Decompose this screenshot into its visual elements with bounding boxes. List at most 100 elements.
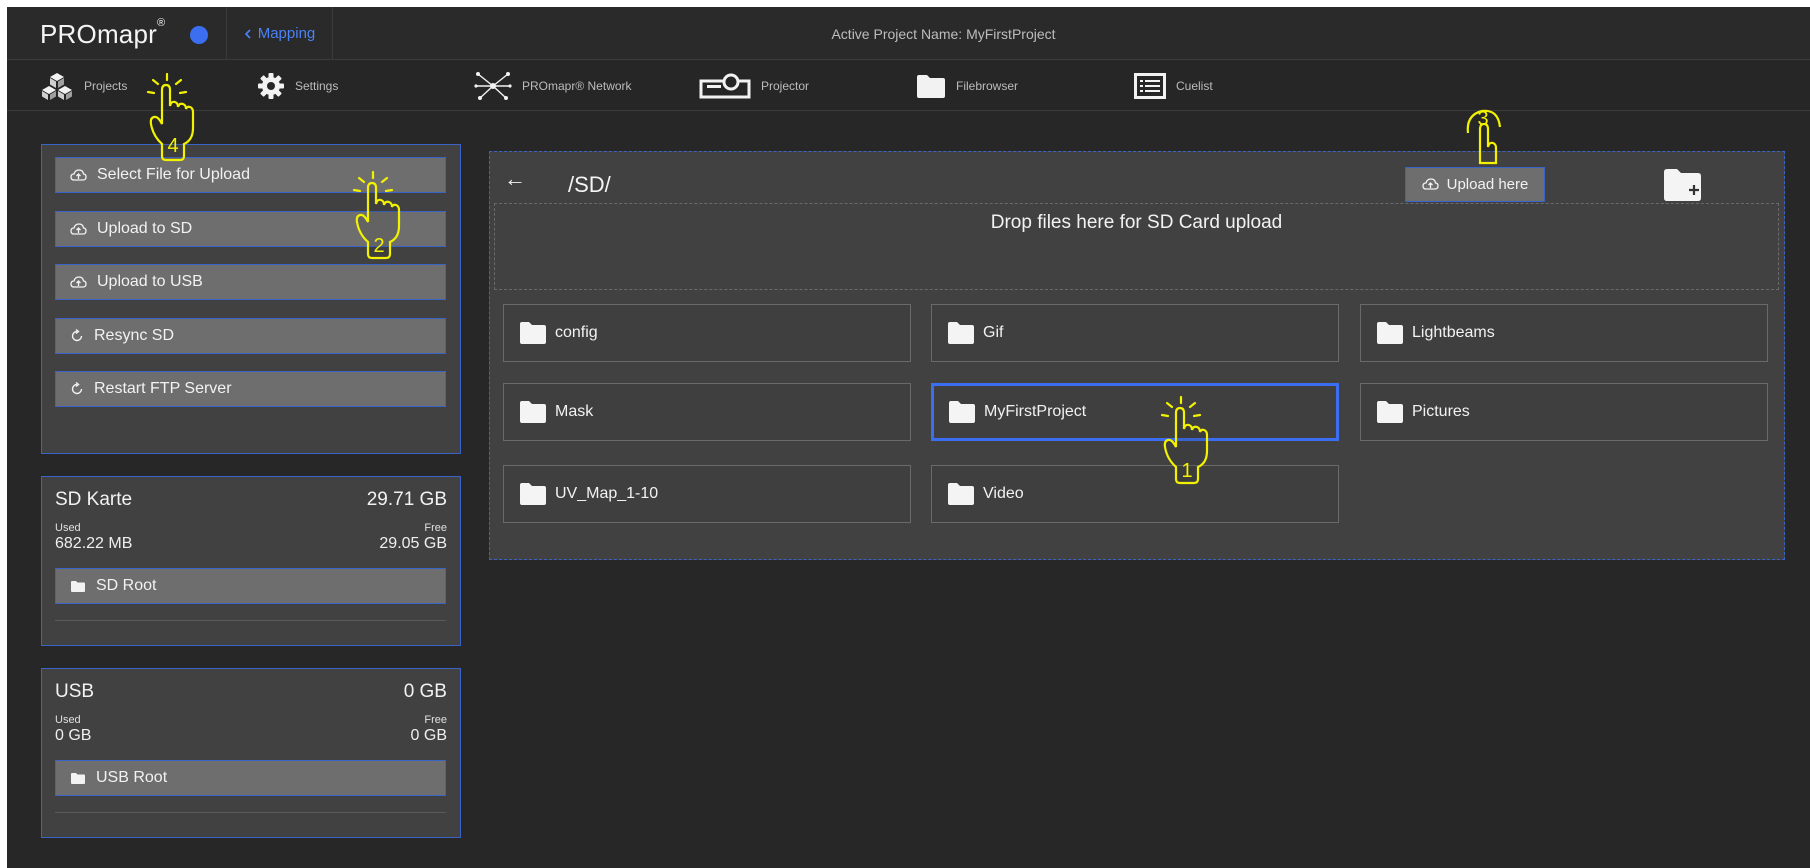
projector-icon [699, 73, 751, 99]
folder-icon [948, 322, 974, 344]
back-button[interactable]: ← [504, 166, 526, 192]
sd-free-value: 29.05 GB [379, 535, 447, 552]
folder-icon [71, 580, 85, 592]
app-window: PROmapr® Mapping Active Project Name: My… [7, 7, 1810, 868]
upload-to-usb-button[interactable]: Upload to USB [55, 264, 446, 300]
folder-icon [71, 772, 85, 784]
folder-icon [1377, 322, 1403, 344]
folder-label: Pictures [1412, 403, 1470, 420]
status-dot [190, 26, 208, 44]
folder-label: Lightbeams [1412, 324, 1495, 341]
nav-cuelist-label: Cuelist [1176, 79, 1213, 93]
brand-logo: PROmapr® [40, 17, 166, 50]
cloud-upload-icon [70, 168, 87, 181]
current-path: /SD/ [568, 172, 611, 197]
folder-myfirstproject[interactable]: MyFirstProject [931, 383, 1339, 441]
cubes-icon [42, 73, 72, 100]
nav-network[interactable]: PROmapr® Network [474, 61, 632, 111]
folder-label: Video [983, 485, 1024, 502]
folder-mask[interactable]: Mask [503, 383, 911, 441]
sd-root-label: SD Root [96, 577, 157, 594]
cloud-upload-icon [70, 222, 87, 235]
usb-total: 0 GB [403, 681, 447, 702]
nav-settings[interactable]: Settings [257, 61, 338, 111]
folder-label: config [555, 324, 598, 341]
folder-label: MyFirstProject [984, 403, 1087, 420]
sd-total: 29.71 GB [366, 489, 447, 510]
cloud-upload-icon [1421, 178, 1439, 190]
folder-gif[interactable]: Gif [931, 304, 1339, 362]
gear-icon [258, 73, 284, 99]
select-file-label: Select File for Upload [97, 166, 250, 183]
sd-used-value: 682.22 MB [55, 535, 133, 552]
annotation-number: 3 [1477, 108, 1488, 130]
hand-pointer-icon: 2 [352, 170, 401, 260]
nav-cuelist[interactable]: Cuelist [1134, 61, 1213, 111]
folder-icon [1377, 401, 1403, 423]
folder-config[interactable]: config [503, 304, 911, 362]
nav-settings-label: Settings [295, 79, 339, 93]
usb-storage-panel: USB 0 GB Used Free 0 GB 0 GB USB Root [41, 668, 461, 838]
annotation-number: 2 [373, 235, 384, 257]
folder-icon [520, 322, 546, 344]
sd-title: SD Karte [55, 489, 133, 510]
mapping-tab[interactable]: Mapping [226, 7, 333, 60]
folder-icon [917, 75, 945, 98]
nav-filebrowser[interactable]: Filebrowser [916, 61, 1018, 111]
usb-used-label: Used [55, 714, 81, 726]
resync-sd-label: Resync SD [94, 327, 175, 344]
restart-ftp-button[interactable]: Restart FTP Server [55, 371, 446, 407]
folder-icon [949, 401, 975, 423]
refresh-icon [71, 329, 83, 342]
refresh-icon [71, 382, 83, 395]
nav-projector[interactable]: Projector [699, 61, 809, 111]
usb-used-value: 0 GB [55, 727, 92, 744]
usb-free-value: 0 GB [410, 727, 447, 744]
sd-free-label: Free [424, 522, 447, 534]
list-icon [1134, 73, 1166, 99]
folder-label: Gif [983, 324, 1004, 341]
usb-divider [55, 812, 446, 813]
folder-pictures[interactable]: Pictures [1360, 383, 1768, 441]
folder-label: Mask [555, 403, 594, 420]
dropzone[interactable]: Drop files here for SD Card upload [494, 203, 1779, 290]
nav-projects-label: Projects [84, 79, 128, 93]
hand-pointer-icon: 3 [1466, 108, 1502, 165]
sd-root-button[interactable]: SD Root [55, 568, 446, 604]
nav-projector-label: Projector [761, 79, 810, 93]
caret-left-icon [244, 28, 251, 39]
network-icon [474, 72, 512, 100]
cloud-upload-icon [70, 275, 87, 288]
folder-icon [520, 401, 546, 423]
folder-video[interactable]: Video [931, 465, 1339, 523]
nav-network-label: PROmapr® Network [522, 79, 632, 93]
folder-uv-map[interactable]: UV_Map_1-10 [503, 465, 911, 523]
usb-root-label: USB Root [96, 769, 168, 786]
hand-pointer-icon: 1 [1160, 395, 1209, 485]
upload-to-sd-label: Upload to SD [97, 220, 193, 237]
top-bar: PROmapr® Mapping Active Project Name: My… [7, 7, 1810, 60]
nav-filebrowser-label: Filebrowser [956, 79, 1019, 93]
nav-projects[interactable]: Projects [40, 61, 127, 111]
file-browser: ← /SD/ Upload here Drop files here for S… [489, 151, 1785, 560]
restart-ftp-label: Restart FTP Server [94, 380, 232, 397]
sd-storage-panel: SD Karte 29.71 GB Used Free 682.22 MB 29… [41, 476, 461, 646]
folder-lightbeams[interactable]: Lightbeams [1360, 304, 1768, 362]
dropzone-label: Drop files here for SD Card upload [990, 212, 1283, 233]
folder-label: UV_Map_1-10 [555, 485, 659, 502]
resync-sd-button[interactable]: Resync SD [55, 318, 446, 354]
usb-title: USB [55, 681, 95, 702]
usb-free-label: Free [424, 714, 447, 726]
folder-icon [520, 483, 546, 505]
annotation-number: 1 [1181, 460, 1192, 482]
mapping-tab-label: Mapping [257, 25, 316, 42]
new-folder-icon[interactable] [1663, 168, 1703, 202]
hand-pointer-icon: 4 [146, 72, 195, 162]
annotation-number: 4 [167, 135, 178, 157]
brand-name: PROmapr [40, 19, 157, 49]
usb-root-button[interactable]: USB Root [55, 760, 446, 796]
folder-icon [948, 483, 974, 505]
brand-mark: ® [156, 17, 166, 29]
main-nav: Projects Settings PROmapr® Network Proje… [7, 61, 1810, 111]
sd-divider [55, 620, 446, 621]
